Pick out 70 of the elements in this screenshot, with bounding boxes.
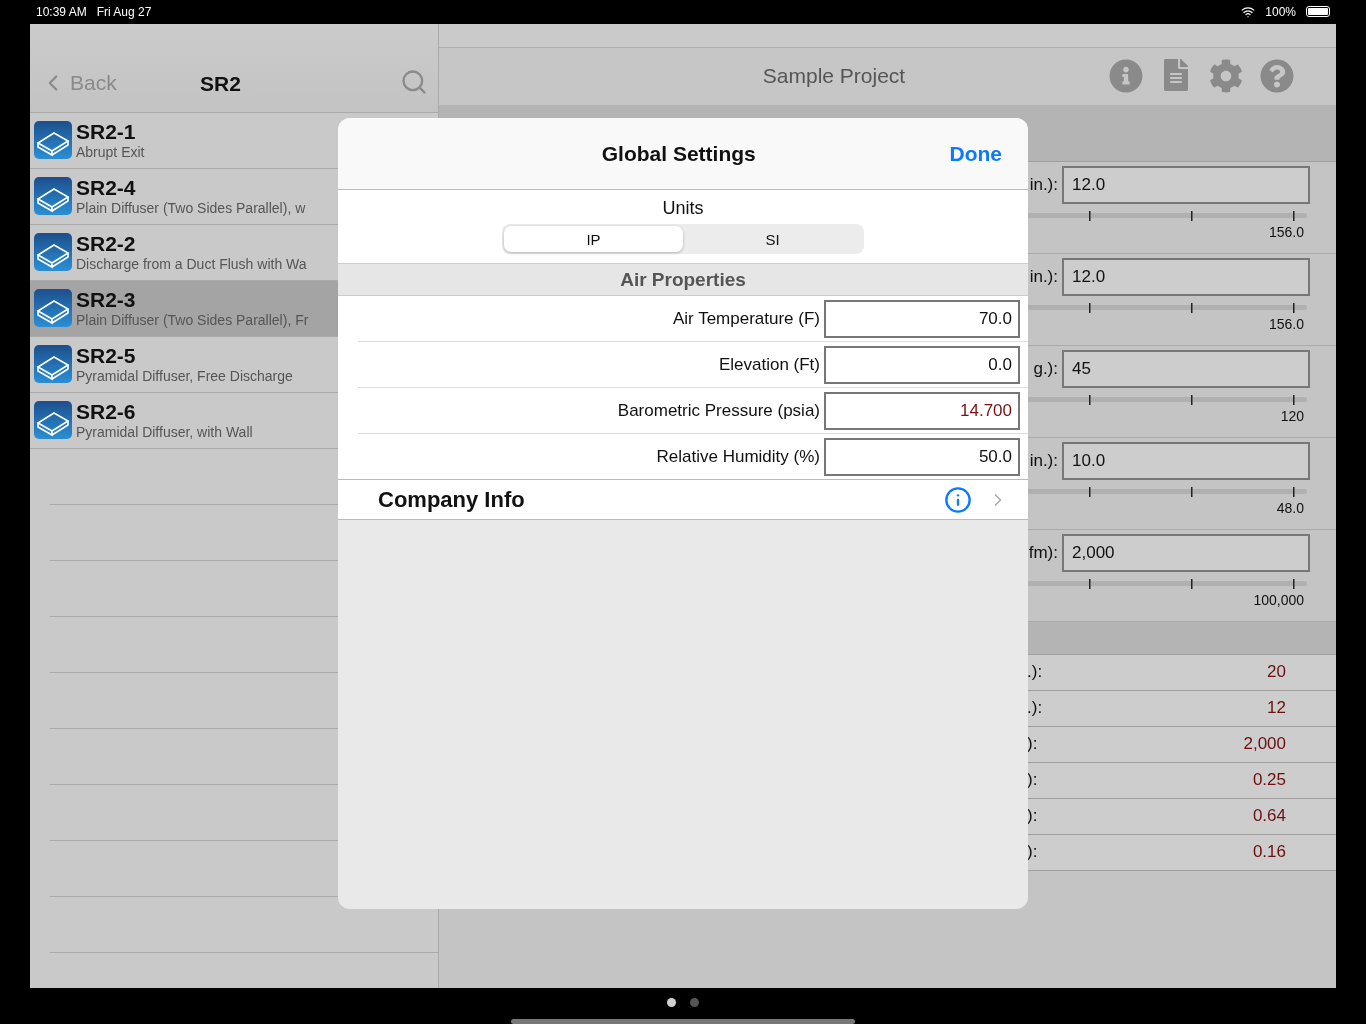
input-label: in.): [1029, 174, 1058, 195]
dialog-title: Global Settings [600, 141, 757, 166]
item-description: Plain Diffuser (Two Sides Parallel), Fr [76, 312, 309, 329]
done-button[interactable]: Done [949, 141, 1002, 166]
item-code: SR2-1 [76, 120, 137, 145]
result-label: .): [1027, 662, 1043, 683]
result-value: 2,000 [1243, 734, 1286, 755]
item-description: Pyramidal Diffuser, with Wall [76, 424, 253, 441]
item-code: SR2-2 [76, 232, 137, 257]
info-icon[interactable] [944, 485, 972, 514]
field-label: Elevation (Ft) [718, 354, 820, 375]
item-description: Abrupt Exit [76, 144, 145, 161]
info-icon[interactable] [1109, 59, 1143, 94]
input-label: g.): [1033, 358, 1058, 379]
slider-max-value: 156.0 [1268, 223, 1304, 240]
nav-title: SR2 [200, 71, 242, 96]
status-time: 10:39 AM [36, 4, 87, 19]
input-field[interactable]: 45 [1062, 349, 1310, 388]
item-code: SR2-6 [76, 400, 137, 425]
field-label: Barometric Pressure (psia) [617, 400, 820, 421]
field-label: Relative Humidity (%) [656, 446, 820, 467]
wifi-icon [1241, 4, 1256, 19]
settings-icon[interactable] [1209, 59, 1243, 94]
field-label: Air Temperature (F) [672, 308, 820, 329]
input-field[interactable]: 0.0 [824, 345, 1020, 384]
item-code: SR2-3 [76, 288, 137, 313]
company-info-row[interactable]: Company Info [338, 480, 1028, 520]
item-code: SR2-5 [76, 344, 137, 369]
units-option[interactable]: IP [504, 226, 683, 252]
battery-icon [1306, 6, 1330, 18]
units-label: Units [662, 198, 704, 219]
input-field[interactable]: 14.700 [824, 391, 1020, 430]
input-label: in.): [1029, 450, 1058, 471]
input-label: fm): [1028, 542, 1058, 563]
slider-max-value: 100,000 [1253, 591, 1304, 608]
help-icon[interactable] [1260, 59, 1294, 94]
page-dot[interactable] [690, 997, 699, 1007]
box-icon [34, 289, 72, 328]
input-field[interactable]: 12.0 [1062, 257, 1310, 296]
result-value: 0.25 [1252, 770, 1286, 791]
item-description: Pyramidal Diffuser, Free Discharge [76, 368, 293, 385]
box-icon [34, 401, 72, 440]
box-icon [34, 121, 72, 160]
slider-max-value: 48.0 [1276, 499, 1304, 516]
input-label: in.): [1029, 266, 1058, 287]
item-code: SR2-4 [76, 176, 137, 201]
battery-percent: 100% [1265, 4, 1296, 19]
page-dot[interactable] [667, 997, 676, 1007]
units-option[interactable]: SI [683, 226, 862, 252]
input-field[interactable]: 70.0 [824, 299, 1020, 338]
search-icon[interactable] [400, 67, 428, 96]
project-title: Sample Project [761, 64, 907, 89]
box-icon [34, 233, 72, 272]
input-field[interactable]: 50.0 [824, 437, 1020, 476]
result-label: .): [1027, 698, 1043, 719]
item-description: Discharge from a Duct Flush with Wa [76, 256, 307, 273]
status-date: Fri Aug 27 [96, 4, 152, 19]
slider-max-value: 120 [1280, 407, 1304, 424]
box-icon [34, 345, 72, 384]
result-value: 20 [1267, 662, 1286, 683]
input-field[interactable]: 10.0 [1062, 441, 1310, 480]
result-value: 12 [1267, 698, 1286, 719]
section-header: Air Properties [338, 263, 1028, 296]
input-field[interactable]: 12.0 [1062, 165, 1310, 204]
result-value: 0.16 [1252, 842, 1286, 863]
input-field[interactable]: 2,000 [1062, 533, 1310, 572]
box-icon [34, 177, 72, 216]
slider-max-value: 156.0 [1268, 315, 1304, 332]
result-value: 0.64 [1252, 806, 1286, 827]
item-description: Plain Diffuser (Two Sides Parallel), w [76, 200, 306, 217]
